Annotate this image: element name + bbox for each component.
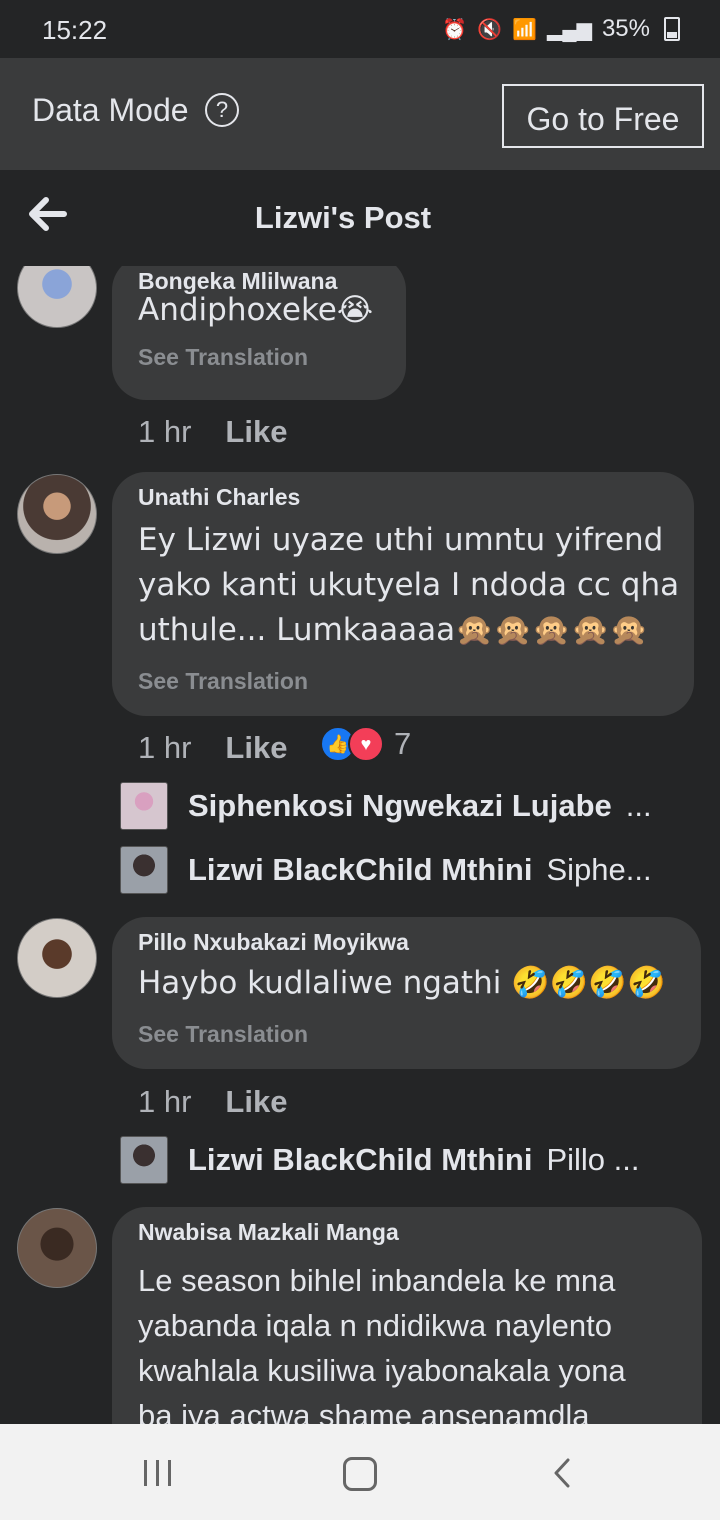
status-icons: ⏰ 🔇 📶 ▂▄▆ 35% — [442, 15, 680, 43]
wifi-icon: 📶 — [512, 18, 538, 41]
comment-time: 1 hr — [138, 414, 192, 449]
help-icon[interactable]: ? — [205, 93, 239, 127]
reply-author[interactable]: Siphenkosi Ngwekazi Lujabe — [188, 788, 612, 824]
comment-meta: 1 hr Like — [138, 1084, 287, 1120]
reply-author[interactable]: Lizwi BlackChild Mthini — [188, 1142, 532, 1178]
go-to-free-button[interactable]: Go to Free — [502, 84, 704, 148]
status-time: 15:22 — [42, 15, 108, 45]
data-mode-label: Data Mode — [32, 92, 189, 128]
comment-text: Andiphoxeke😭 — [138, 292, 374, 328]
reply-preview[interactable]: Lizwi BlackChild Mthini Pillo ... — [120, 1136, 639, 1184]
battery-icon — [664, 17, 680, 41]
comment-bubble[interactable]: Bongeka Mlilwana Andiphoxeke😭 See Transl… — [112, 266, 406, 400]
comment-text-line: uthule... Lumkaaaaa🙊🙊🙊🙊🙊 — [138, 612, 649, 648]
comment-meta: 1 hr Like — [138, 414, 287, 450]
like-button[interactable]: Like — [225, 730, 287, 765]
reply-snippet: Siphe... — [546, 852, 652, 887]
reply-snippet: ... — [625, 788, 652, 823]
avatar[interactable] — [17, 918, 97, 998]
reply-author[interactable]: Lizwi BlackChild Mthini — [188, 852, 532, 888]
comment-meta: 1 hr Like — [138, 730, 287, 766]
comment-text-line: Le season bihlel inbandela ke mna — [138, 1263, 616, 1298]
comment-author[interactable]: Nwabisa Mazkali Manga — [138, 1219, 399, 1246]
avatar[interactable] — [17, 1208, 97, 1288]
reply-preview[interactable]: Lizwi BlackChild Mthini Siphe... — [120, 846, 652, 894]
comment-text-line: ba iya actwa shame ansenamdla — [138, 1398, 590, 1424]
page-title: Lizwi's Post — [254, 200, 432, 235]
comment-time: 1 hr — [138, 1084, 192, 1119]
like-button[interactable]: Like — [225, 414, 287, 449]
back-icon[interactable] — [550, 1458, 574, 1488]
home-icon[interactable] — [343, 1457, 377, 1491]
reply-preview[interactable]: Siphenkosi Ngwekazi Lujabe ... — [120, 782, 652, 830]
post-header: Lizwi's Post — [0, 170, 720, 266]
reaction-summary[interactable]: 👍 ♥ 7 — [320, 726, 411, 762]
comment-author[interactable]: Pillo Nxubakazi Moyikwa — [138, 929, 409, 956]
comment-text-line: yako kanti ukutyela I ndoda cc qha — [138, 567, 680, 603]
recent-apps-icon[interactable] — [144, 1460, 176, 1486]
comment-text-line: yabanda iqala n ndidikwa naylento — [138, 1308, 612, 1343]
comment-author[interactable]: Unathi Charles — [138, 484, 300, 511]
signal-icon: ▂▄▆ — [547, 18, 592, 41]
reply-avatar — [120, 782, 168, 830]
comment-text-line: kwahlala kusiliwa iyabonakala yona — [138, 1353, 626, 1388]
see-translation-link[interactable]: See Translation — [138, 344, 308, 371]
reaction-count: 7 — [394, 726, 412, 761]
reply-snippet: Pillo ... — [546, 1142, 640, 1177]
avatar[interactable] — [17, 266, 97, 328]
system-nav-bar — [0, 1424, 720, 1520]
reply-avatar — [120, 846, 168, 894]
comment-bubble[interactable]: Nwabisa Mazkali Manga Le season bihlel i… — [112, 1207, 702, 1424]
comment-text: Haybo kudlaliwe ngathi 🤣🤣🤣🤣 — [138, 965, 666, 1001]
comment-bubble[interactable]: Unathi Charles Ey Lizwi uyaze uthi umntu… — [112, 472, 694, 716]
see-translation-link[interactable]: See Translation — [138, 668, 308, 695]
comments-feed[interactable]: Bongeka Mlilwana Andiphoxeke😭 See Transl… — [0, 266, 720, 1424]
mute-icon: 🔇 — [477, 18, 503, 41]
comment-bubble[interactable]: Pillo Nxubakazi Moyikwa Haybo kudlaliwe … — [112, 917, 701, 1069]
comment-text-line: Ey Lizwi uyaze uthi umntu yifrend — [138, 522, 664, 558]
battery-percent: 35% — [601, 15, 650, 42]
like-button[interactable]: Like — [225, 1084, 287, 1119]
alarm-icon: ⏰ — [442, 18, 468, 41]
reply-avatar — [120, 1136, 168, 1184]
love-reaction-icon: ♥ — [348, 726, 384, 762]
see-translation-link[interactable]: See Translation — [138, 1021, 308, 1048]
comment-time: 1 hr — [138, 730, 192, 765]
avatar[interactable] — [17, 474, 97, 554]
status-bar: 15:22 ⏰ 🔇 📶 ▂▄▆ 35% — [0, 0, 720, 58]
